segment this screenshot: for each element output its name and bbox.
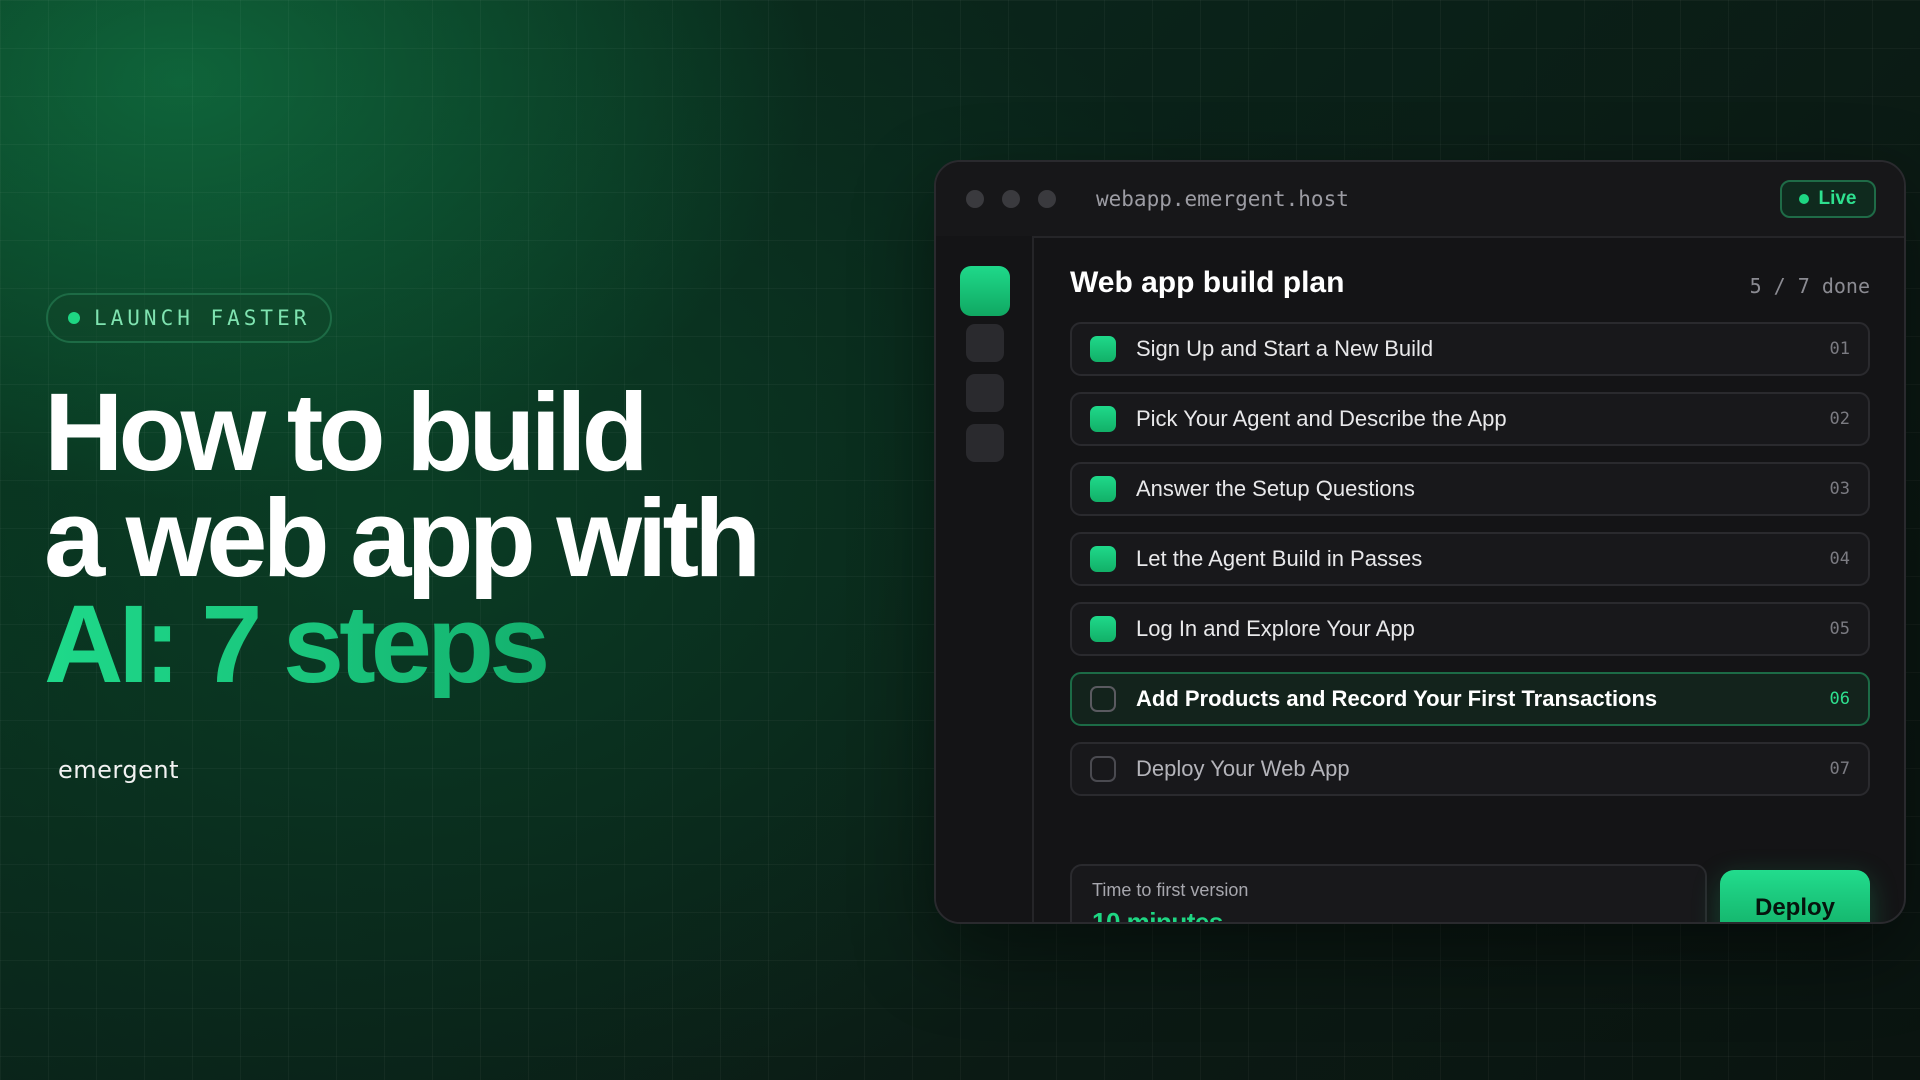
- headline-line-2: a web app with: [44, 477, 761, 600]
- plan-progress: 5 / 7 done: [1749, 274, 1870, 298]
- build-plan-panel: Web app build plan 5 / 7 done Sign Up an…: [1070, 236, 1870, 922]
- sidebar-item-4[interactable]: [966, 424, 1004, 462]
- step-label: Log In and Explore Your App: [1136, 616, 1415, 641]
- step-item-7[interactable]: Deploy Your Web App 07: [1070, 742, 1870, 796]
- sidebar-item-active[interactable]: [960, 266, 1010, 316]
- sidebar-item-3[interactable]: [966, 374, 1004, 412]
- checked-box-icon[interactable]: [1090, 406, 1116, 432]
- brand-logo: emergent: [58, 756, 179, 784]
- live-status-label: Live: [1818, 188, 1857, 209]
- step-number: 02: [1829, 409, 1850, 429]
- browser-window: webapp.emergent.host Live Web app build …: [934, 160, 1906, 924]
- checked-box-icon[interactable]: [1090, 546, 1116, 572]
- step-item-4[interactable]: Let the Agent Build in Passes 04: [1070, 532, 1870, 586]
- checked-box-icon[interactable]: [1090, 616, 1116, 642]
- url-bar[interactable]: webapp.emergent.host: [1096, 187, 1349, 211]
- app-sidebar: [936, 236, 1034, 922]
- plan-title: Web app build plan: [1070, 266, 1345, 299]
- close-window-icon[interactable]: [966, 190, 984, 208]
- step-item-6-current[interactable]: Add Products and Record Your First Trans…: [1070, 672, 1870, 726]
- step-list: Sign Up and Start a New Build 01 Pick Yo…: [1070, 322, 1870, 812]
- step-label: Answer the Setup Questions: [1136, 476, 1415, 501]
- time-label: Time to first version: [1092, 880, 1249, 900]
- step-number: 04: [1829, 549, 1850, 569]
- deploy-button[interactable]: Deploy: [1720, 870, 1870, 922]
- step-number: 06: [1829, 689, 1850, 709]
- checked-box-icon[interactable]: [1090, 336, 1116, 362]
- status-dot-icon: [68, 312, 80, 324]
- launch-faster-badge: LAUNCH FASTER: [46, 293, 332, 343]
- step-item-2[interactable]: Pick Your Agent and Describe the App 02: [1070, 392, 1870, 446]
- step-label: Deploy Your Web App: [1136, 756, 1350, 781]
- window-titlebar: webapp.emergent.host Live: [936, 162, 1904, 238]
- time-to-first-version-card: Time to first version 10 minutes: [1070, 864, 1707, 924]
- headline-line-1: How to build: [44, 371, 649, 494]
- checked-box-icon[interactable]: [1090, 476, 1116, 502]
- time-value: 10 minutes: [1092, 907, 1223, 924]
- live-dot-icon: [1799, 194, 1810, 204]
- step-item-5[interactable]: Log In and Explore Your App 05: [1070, 602, 1870, 656]
- unchecked-box-icon[interactable]: [1090, 756, 1116, 782]
- minimize-window-icon[interactable]: [1002, 190, 1020, 208]
- page-headline: How to build a web app with AI: 7 steps: [44, 371, 761, 700]
- sidebar-item-2[interactable]: [966, 324, 1004, 362]
- step-label: Pick Your Agent and Describe the App: [1136, 406, 1507, 431]
- step-label: Add Products and Record Your First Trans…: [1136, 686, 1658, 711]
- step-number: 07: [1829, 759, 1850, 779]
- step-number: 03: [1829, 479, 1850, 499]
- window-controls: [966, 190, 1056, 208]
- step-item-1[interactable]: Sign Up and Start a New Build 01: [1070, 322, 1870, 376]
- badge-label: LAUNCH FASTER: [94, 306, 311, 330]
- maximize-window-icon[interactable]: [1038, 190, 1056, 208]
- headline-line-3: AI: 7 steps: [44, 590, 756, 700]
- live-status-badge: Live: [1780, 180, 1876, 218]
- step-number: 01: [1829, 339, 1850, 359]
- step-item-3[interactable]: Answer the Setup Questions 03: [1070, 462, 1870, 516]
- unchecked-box-icon[interactable]: [1090, 686, 1116, 712]
- step-number: 05: [1829, 619, 1850, 639]
- step-label: Let the Agent Build in Passes: [1136, 546, 1423, 571]
- step-label: Sign Up and Start a New Build: [1136, 336, 1434, 361]
